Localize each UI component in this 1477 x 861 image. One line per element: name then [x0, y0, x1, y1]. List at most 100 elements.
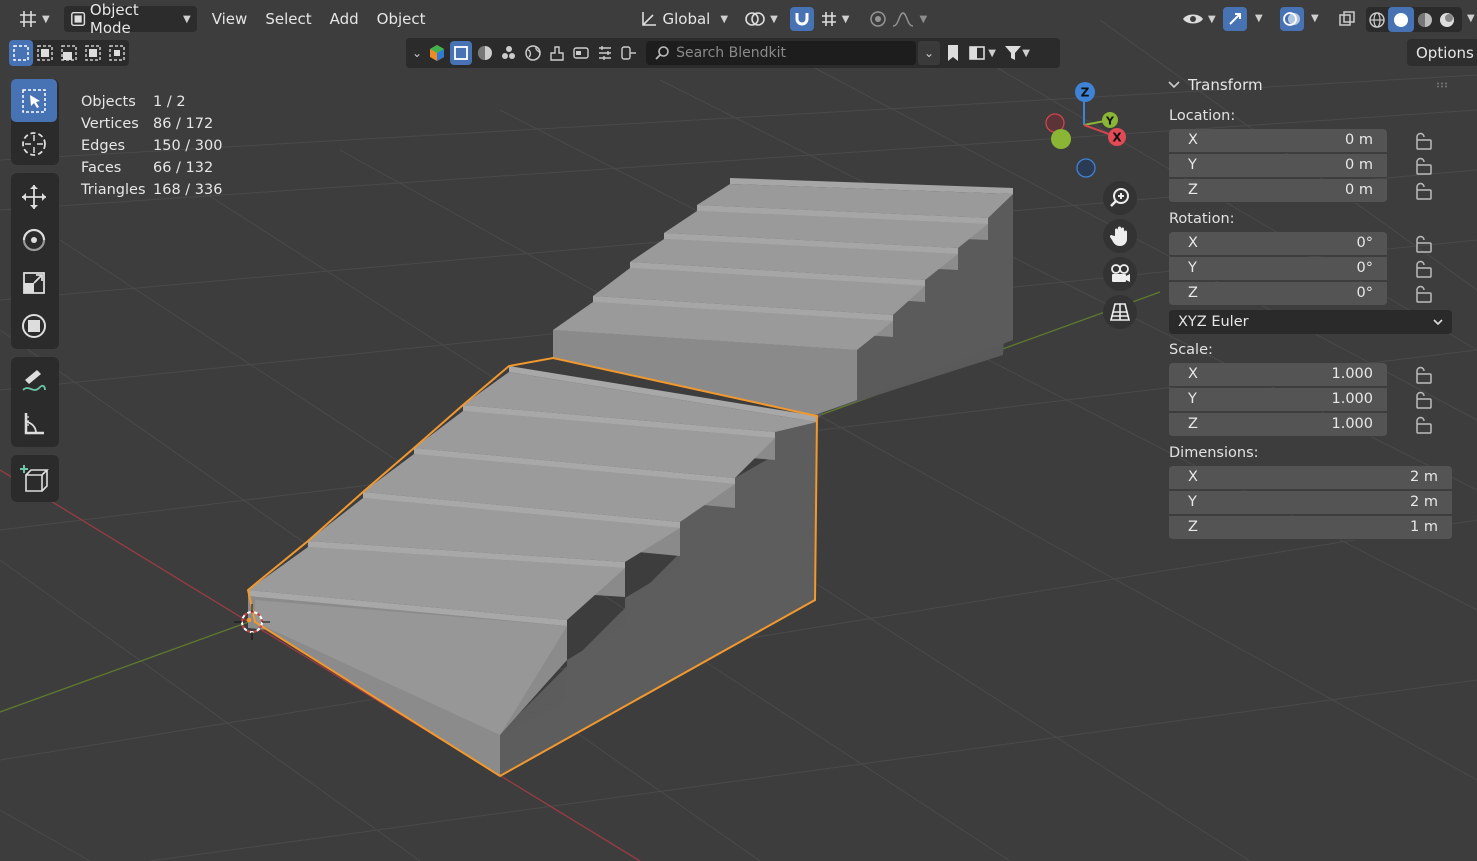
zoom-button[interactable]	[1103, 181, 1137, 215]
pan-button[interactable]	[1103, 219, 1137, 253]
chevron-down-icon[interactable]: ▼	[1311, 13, 1319, 24]
annotate-tool[interactable]	[11, 359, 57, 402]
rotation-x-field[interactable]: X 0°	[1169, 231, 1387, 256]
location-z-field[interactable]: Z 0 m	[1169, 178, 1387, 203]
gizmo-x-label: X	[1112, 131, 1122, 145]
stat-row: Faces 66 / 132	[81, 157, 222, 179]
scale-icon	[23, 271, 45, 294]
editor-type-button[interactable]: ▼	[12, 6, 56, 32]
world-asset-filter-button[interactable]	[522, 42, 544, 64]
stat-value: 86 / 172	[153, 116, 214, 132]
snap-target-select[interactable]: ▼	[814, 6, 856, 32]
transform-orientation-select[interactable]: Global ▼	[633, 6, 735, 32]
blendkit-logo-icon[interactable]	[426, 42, 448, 64]
transform-panel-header[interactable]: Transform	[1160, 70, 1460, 100]
snap-toggle-button[interactable]	[789, 7, 814, 31]
grid-editor-icon	[20, 11, 36, 27]
unlock-icon[interactable]	[1413, 416, 1435, 434]
select-intersect-button[interactable]	[105, 40, 129, 66]
navigation-gizmo[interactable]: Z Y X	[1040, 80, 1130, 180]
perspective-toggle-button[interactable]	[1103, 295, 1137, 329]
xray-toggle-button[interactable]	[1336, 8, 1358, 30]
menu-add[interactable]: Add	[321, 6, 368, 32]
menu-view[interactable]: View	[203, 6, 257, 32]
sidebar-transform-panel: Transform Location: X 0 m Y 0 m Z 0 m Rotatio…	[1160, 70, 1460, 540]
wireframe-shading-button[interactable]	[1366, 9, 1388, 31]
dimensions-z-field[interactable]: Z 1 m	[1169, 515, 1452, 540]
options-button[interactable]: Options	[1407, 39, 1477, 66]
scale-tool[interactable]	[11, 261, 57, 304]
particles-asset-filter-button[interactable]	[498, 42, 520, 64]
menu-select[interactable]: Select	[256, 6, 320, 32]
unlock-icon[interactable]	[1413, 391, 1435, 409]
gizmo-toggle-button[interactable]	[1223, 7, 1247, 31]
move-tool[interactable]	[11, 175, 57, 218]
search-input[interactable]: Search Blendkit	[646, 41, 917, 65]
rotation-mode-select[interactable]: XYZ Euler	[1169, 310, 1452, 334]
dimensions-x-field[interactable]: X 2 m	[1169, 465, 1452, 490]
search-history-button[interactable]: ⌄	[918, 41, 941, 65]
material-shading-button[interactable]	[1414, 9, 1436, 31]
pivot-point-select[interactable]: ▼	[738, 6, 784, 32]
axis-label: Z	[1188, 416, 1198, 432]
unlock-icon[interactable]	[1413, 285, 1435, 303]
nodegroup-asset-filter-button[interactable]	[618, 42, 640, 64]
drag-handle-icon[interactable]	[1436, 82, 1450, 88]
rotation-mode-value: XYZ Euler	[1178, 314, 1249, 330]
proportional-edit-toggle[interactable]: ▼	[863, 6, 933, 32]
unlock-icon[interactable]	[1413, 260, 1435, 278]
gizmo-y-label: Y	[1105, 115, 1115, 128]
solid-shading-button[interactable]	[1388, 7, 1414, 32]
scale-z-field[interactable]: Z 1.000	[1169, 412, 1387, 437]
visibility-select[interactable]: ▼	[1176, 6, 1222, 32]
select-new-button[interactable]	[9, 40, 33, 66]
select-extend-button[interactable]	[33, 40, 57, 66]
rotation-z-field[interactable]: Z 0°	[1169, 281, 1387, 306]
dimensions-y-field[interactable]: Y 2 m	[1169, 490, 1452, 515]
scene-icon	[599, 46, 612, 60]
location-x-field[interactable]: X 0 m	[1169, 128, 1387, 153]
field-value: 2 m	[1410, 494, 1438, 510]
scale-row: X 1.000	[1160, 362, 1460, 387]
viewport-header: ▼ Object Mode ▼ View Select Add Object G…	[0, 0, 1477, 38]
asset-bar-layout-select[interactable]: ▼	[966, 42, 998, 64]
overlays-toggle-button[interactable]	[1280, 7, 1304, 31]
unlock-icon[interactable]	[1413, 235, 1435, 253]
dimensions-label: Dimensions:	[1169, 445, 1259, 461]
chevron-down-icon[interactable]: ▼	[1467, 13, 1475, 24]
stat-row: Vertices 86 / 172	[81, 113, 222, 135]
unlock-icon[interactable]	[1413, 132, 1435, 150]
menu-object[interactable]: Object	[368, 6, 435, 32]
mode-select[interactable]: Object Mode ▼	[63, 1, 197, 37]
camera-view-button[interactable]	[1103, 257, 1137, 291]
transform-tool[interactable]	[11, 304, 57, 347]
select-invert-button[interactable]	[81, 40, 105, 66]
select-subtract-button[interactable]	[57, 40, 81, 66]
brush-asset-filter-button[interactable]	[546, 42, 568, 64]
unlock-icon[interactable]	[1413, 157, 1435, 175]
scale-y-field[interactable]: Y 1.000	[1169, 387, 1387, 412]
rotation-y-field[interactable]: Y 0°	[1169, 256, 1387, 281]
material-asset-filter-button[interactable]	[474, 42, 496, 64]
select-extend-icon	[37, 45, 53, 61]
hdr-asset-filter-button[interactable]	[570, 42, 592, 64]
scene-asset-filter-button[interactable]	[594, 42, 616, 64]
add-cube-tool[interactable]	[11, 457, 57, 500]
rendered-shading-button[interactable]	[1436, 9, 1458, 31]
unlock-icon[interactable]	[1413, 182, 1435, 200]
bookmark-button[interactable]	[942, 42, 964, 64]
select-box-tool[interactable]	[11, 79, 57, 122]
location-fields: X 0 m Y 0 m Z 0 m	[1160, 128, 1460, 203]
unlock-icon[interactable]	[1413, 366, 1435, 384]
measure-tool[interactable]	[11, 402, 57, 445]
scale-x-field[interactable]: X 1.000	[1169, 362, 1387, 387]
rotate-tool[interactable]	[11, 218, 57, 261]
stat-row: Triangles 168 / 336	[81, 179, 222, 201]
model-asset-filter-button[interactable]	[450, 41, 473, 65]
chevron-down-icon[interactable]: ▼	[1255, 13, 1263, 24]
filter-select[interactable]: ▼	[1000, 42, 1034, 64]
cursor-tool[interactable]	[11, 122, 57, 165]
location-y-field[interactable]: Y 0 m	[1169, 153, 1387, 178]
chevron-down-icon[interactable]: ⌄	[412, 46, 422, 60]
eye-icon	[1183, 14, 1203, 24]
